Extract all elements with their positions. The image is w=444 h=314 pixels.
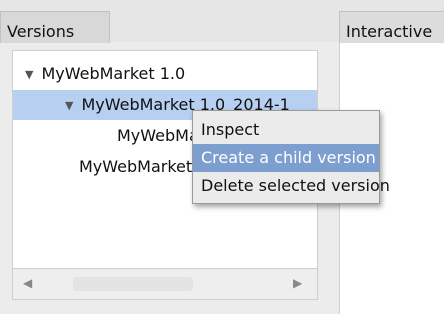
menu-item-inspect[interactable]: Inspect xyxy=(193,116,379,144)
scrollbar-thumb[interactable] xyxy=(73,277,193,291)
tab-bar: Versions Interactive xyxy=(0,0,444,43)
expanded-triangle-icon[interactable]: ▼ xyxy=(65,91,73,121)
scroll-left-icon[interactable]: ◀ xyxy=(23,276,32,290)
horizontal-scrollbar[interactable]: ◀ ▶ xyxy=(12,268,318,300)
tab-versions[interactable]: Versions xyxy=(0,11,110,43)
menu-item-delete-selected-version[interactable]: Delete selected version xyxy=(193,172,390,200)
tab-interactive[interactable]: Interactive xyxy=(339,11,444,43)
context-menu: Inspect Create a child version Delete se… xyxy=(192,110,390,204)
menu-item-create-child-version[interactable]: Create a child version xyxy=(193,144,379,172)
scroll-right-icon[interactable]: ▶ xyxy=(293,276,302,290)
expanded-triangle-icon[interactable]: ▼ xyxy=(25,60,33,90)
tree-item-label: MyWebMarket 1.0 xyxy=(41,64,186,83)
tree-item-root[interactable]: ▼ MyWebMarket 1.0 xyxy=(13,59,317,89)
